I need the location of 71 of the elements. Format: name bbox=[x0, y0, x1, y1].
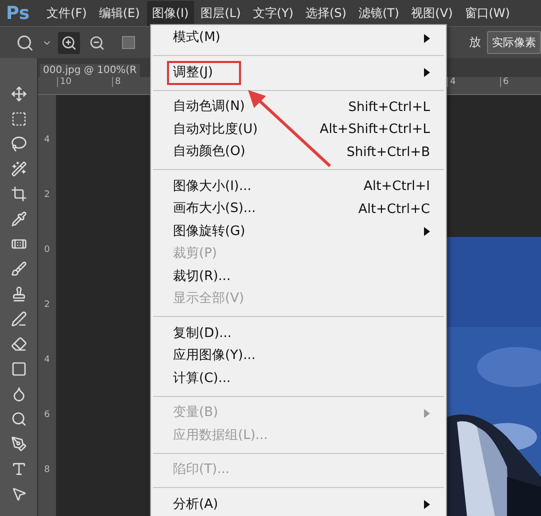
ruler-number: 8 bbox=[44, 465, 50, 477]
menu-item[interactable]: 自动对比度(U) Alt+Shift+Ctrl+L bbox=[151, 118, 446, 141]
menu-item-label: 应用图像(Y)... bbox=[173, 348, 256, 364]
menu-item-label: 显示全部(V) bbox=[173, 291, 244, 308]
menu-item-label: 分析(A) bbox=[173, 496, 218, 513]
pen-line-icon[interactable] bbox=[8, 309, 28, 329]
menu-item[interactable]: 自动色调(N) Shift+Ctrl+L bbox=[151, 96, 446, 118]
submenu-arrow-icon bbox=[424, 500, 430, 510]
submenu-arrow-icon bbox=[424, 408, 430, 418]
menu-title[interactable]: 编辑(E) bbox=[94, 0, 145, 26]
ruler-number: 2 bbox=[44, 300, 50, 312]
menu-shortcut: Shift+Ctrl+L bbox=[348, 100, 430, 115]
menu-shortcut: Shift+Ctrl+B bbox=[346, 144, 430, 160]
menu-item-label: 陷印(T)... bbox=[173, 462, 230, 478]
menu-item-label: 自动对比度(U) bbox=[173, 122, 258, 138]
menu-item-label: 自动色调(N) bbox=[173, 99, 245, 116]
document-tab[interactable]: 000.jpg @ 100%(R bbox=[40, 64, 140, 77]
move-icon[interactable] bbox=[8, 84, 28, 104]
ruler-number: 2 bbox=[44, 190, 50, 202]
menu-item-label: 图像旋转(G) bbox=[173, 224, 246, 240]
zoom-in-icon[interactable] bbox=[58, 32, 80, 54]
actual-pixels-button[interactable]: 实际像素 bbox=[487, 31, 541, 54]
menu-item-label: 计算(C)... bbox=[173, 370, 231, 387]
pen-tool-icon[interactable] bbox=[8, 434, 28, 454]
menu-shortcut: Alt+Ctrl+I bbox=[364, 179, 430, 194]
ruler-number: 4 bbox=[44, 355, 50, 367]
ruler-number: 6 bbox=[44, 410, 50, 422]
menu-title[interactable]: 视图(V) bbox=[406, 0, 458, 26]
menu-item-label: 图像大小(I)... bbox=[173, 178, 252, 195]
menu-title[interactable]: 选择(S) bbox=[300, 0, 352, 26]
menu-item-label: 裁剪(P) bbox=[173, 246, 217, 262]
menu-item[interactable]: 画布大小(S)... Alt+Ctrl+C bbox=[151, 198, 446, 220]
menu-item-label: 变量(B) bbox=[173, 405, 218, 422]
menu-title[interactable]: 窗口(W) bbox=[460, 0, 515, 26]
menu-item[interactable]: 复制(D)... bbox=[151, 322, 446, 345]
crop-icon[interactable] bbox=[8, 184, 28, 204]
menu-item[interactable]: 分析(A) bbox=[151, 494, 446, 516]
menu-item-label: 复制(D)... bbox=[173, 326, 232, 342]
menu-title[interactable]: 图像(I) bbox=[146, 0, 194, 26]
menu-title[interactable]: 文件(F) bbox=[42, 0, 92, 26]
menu-item-label: 裁切(R)... bbox=[173, 268, 231, 285]
magic-wand-icon[interactable] bbox=[8, 159, 28, 179]
menu-item[interactable]: 图像大小(I)... Alt+Ctrl+I bbox=[151, 176, 446, 198]
menu-item[interactable]: 计算(C)... bbox=[151, 368, 446, 390]
menu-item[interactable]: 自动颜色(O) Shift+Ctrl+B bbox=[151, 141, 446, 164]
menu-item-label: 应用数据组(L)... bbox=[173, 428, 268, 444]
menu-item-label: 调整(J) bbox=[167, 60, 241, 85]
submenu-arrow-icon bbox=[424, 34, 430, 43]
ruler-number: 10 bbox=[57, 77, 112, 87]
option-label: 放 bbox=[469, 34, 481, 51]
menu-item[interactable]: 应用图像(Y)... bbox=[151, 345, 446, 368]
menu-item[interactable]: 图像旋转(G) bbox=[151, 220, 446, 243]
ruler-number: 6 bbox=[500, 77, 541, 87]
menu-item-label: 自动颜色(O) bbox=[173, 144, 246, 160]
eyedropper-icon[interactable] bbox=[8, 209, 28, 229]
ruler-number: 4 bbox=[44, 135, 50, 147]
menu-shortcut: Alt+Shift+Ctrl+L bbox=[320, 122, 430, 138]
menu-title[interactable]: 图层(L) bbox=[196, 0, 246, 26]
menu-item[interactable]: 裁切(R)... bbox=[151, 266, 446, 288]
app-logo: Ps bbox=[6, 2, 30, 24]
menu-item-label: 模式(M) bbox=[173, 30, 220, 46]
menu-item-label: 画布大小(S)... bbox=[173, 201, 256, 218]
submenu-arrow-icon bbox=[424, 68, 430, 78]
ruler-number: 0 bbox=[44, 245, 50, 257]
menu-shortcut: Alt+Ctrl+C bbox=[358, 202, 430, 217]
menu-title[interactable]: 文字(Y) bbox=[248, 0, 298, 26]
lasso-icon[interactable] bbox=[8, 134, 28, 154]
menu-title[interactable]: 滤镜(T) bbox=[353, 0, 404, 26]
submenu-arrow-icon bbox=[424, 227, 430, 236]
checkbox[interactable] bbox=[122, 36, 135, 49]
menu-item[interactable]: 模式(M) bbox=[151, 27, 446, 50]
